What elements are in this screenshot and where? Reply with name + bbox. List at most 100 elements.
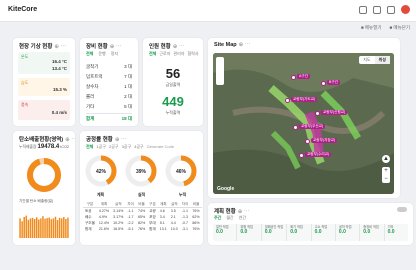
- humidity-label: 습도: [21, 80, 29, 85]
- equipment-total: 합계 18 대: [86, 113, 132, 124]
- tab-workers[interactable]: 근로자: [159, 51, 170, 57]
- schedule-toggle[interactable]: [397, 207, 407, 212]
- compass-icon[interactable]: ▲: [382, 155, 390, 163]
- emission-bar-title: 기간별 탄소 배출량(일): [19, 199, 54, 203]
- tab-section-4[interactable]: 4공구: [134, 144, 144, 150]
- emission-donut-chart: [27, 158, 61, 192]
- more-icon[interactable]: ⊕ ⋯: [239, 42, 251, 48]
- humidity-box: 습도 15.3 %: [18, 78, 70, 96]
- progress-donut-label: 실적: [137, 192, 146, 197]
- map-marker[interactable]: [291, 75, 296, 80]
- table-row: 합계 21.6% 16.5% -5.1 76% 합계 13.1 10.0 -3.1 76%: [85, 226, 200, 232]
- weather-title: 현장 기상 현황 ⊕ ⋯: [19, 44, 67, 50]
- tab-section-2[interactable]: 2공구: [109, 144, 119, 150]
- google-logo: Google: [217, 186, 235, 192]
- top-bar: KiteCore: [0, 0, 416, 22]
- tab-stopped[interactable]: 정지: [111, 51, 118, 57]
- zoom-control[interactable]: + −: [382, 167, 390, 183]
- emission-bar: [33, 218, 36, 238]
- map-marker[interactable]: [315, 111, 320, 116]
- more-icon[interactable]: ⊕ ⋯: [54, 44, 66, 50]
- tab-managers[interactable]: 관리자: [173, 51, 184, 57]
- map-type-satellite-tab[interactable]: 위성: [374, 56, 390, 64]
- tab-monthly[interactable]: 월간: [226, 215, 233, 221]
- site-map-title: Site Map ⊕ ⋯: [214, 42, 251, 48]
- progress-donuts: 42% 39% 46%: [85, 155, 197, 187]
- emission-bar-chart: [19, 215, 69, 238]
- map-marker-label: A구간: [297, 74, 311, 79]
- map-type-map-tab[interactable]: 지도: [359, 56, 374, 64]
- tab-all[interactable]: 전체: [86, 144, 93, 150]
- emission-bar: [29, 218, 32, 238]
- temperature-max: 16.4 °C: [51, 59, 67, 64]
- wind-box: 풍속 0.4 m/s: [18, 100, 70, 120]
- emission-bar: [40, 218, 42, 238]
- wind-value: 0.4 m/s: [51, 110, 67, 115]
- menu-close-button[interactable]: ■ 메뉴닫기: [389, 25, 410, 31]
- progress-extra-filter[interactable]: Generate Code: [147, 144, 174, 150]
- schedule-stat: 굴착 작업 0.0: [336, 224, 361, 241]
- more-icon[interactable]: ⊕ ⋯: [173, 44, 185, 50]
- tab-all[interactable]: 전체: [149, 51, 156, 57]
- emission-bar: [38, 219, 40, 238]
- wind-label: 풍속: [21, 102, 29, 107]
- cumulative-count: 449: [162, 94, 184, 109]
- list-item: 롤러 2 대: [86, 94, 132, 99]
- map-marker[interactable]: [285, 98, 290, 103]
- menu-open-button[interactable]: ■ 메뉴열기: [361, 25, 382, 31]
- emission-bar: [52, 218, 55, 238]
- emission-bar: [63, 217, 65, 238]
- avatar[interactable]: [401, 5, 410, 14]
- progress-card: 공정률 현황 ⊕ ⋯ 전체 1공구 2공구 3공구 4공구 Generate Co…: [80, 131, 203, 245]
- emission-card: 탄소배출현황(영역) ⊕ ⋯ 누적배출량 19478.4 tCO2 기간별 탄소 …: [13, 131, 75, 245]
- tab-running[interactable]: 운행: [98, 51, 105, 57]
- schedule-stat: 고소 작업 0.0: [312, 224, 336, 241]
- progress-donut-pct: 46%: [176, 169, 187, 175]
- personnel-card: 인원 현황 ⊕ ⋯ 전체 근로자 관리자 협력사 56 금일출역 449 누적출역: [143, 38, 203, 126]
- equipment-card: 장비 현황 ⊕ ⋯ 전체 운행 정지 굴착기 3 대 덤프트럭 7 대 살수차 1 대 …: [80, 38, 138, 126]
- humidity-value: 15.3 %: [52, 87, 67, 92]
- tab-all[interactable]: 전체: [86, 51, 93, 57]
- progress-table: 구분 계획 실적 차이 비율 구분 계획 실적 차이 비율 토공 4.27% 3.14% -1.1 74%…: [83, 201, 202, 232]
- emission-donut-arc: [27, 158, 61, 192]
- tab-weekly[interactable]: 주간: [214, 215, 221, 221]
- schedule-stat: 기타 0.0: [387, 225, 395, 235]
- progress-donut: 46%: [165, 155, 197, 187]
- emission-bar: [27, 219, 30, 238]
- emission-bar: [50, 219, 53, 238]
- more-icon[interactable]: ⊕ ⋯: [115, 137, 127, 143]
- cumulative-count-label: 누적출역: [165, 110, 181, 115]
- more-icon[interactable]: ⊕ ⋯: [65, 137, 75, 143]
- more-icon[interactable]: ⊕ ⋯: [110, 44, 122, 50]
- temperature-min: 13.4 °C: [51, 66, 67, 71]
- app-brand[interactable]: KiteCore: [8, 6, 37, 13]
- tab-section-1[interactable]: 1공구: [96, 144, 106, 150]
- map-marker-label: B구간: [327, 80, 341, 85]
- progress-donut: 42%: [85, 155, 117, 187]
- map-marker[interactable]: [293, 125, 298, 130]
- tab-yearly[interactable]: 연간: [239, 215, 246, 221]
- map-marker[interactable]: [321, 81, 326, 86]
- map-marker[interactable]: [305, 139, 310, 144]
- emission-total-unit: tCO2: [60, 145, 70, 149]
- personnel-title: 인원 현황 ⊕ ⋯: [149, 44, 185, 50]
- schedule-stat: 중장비 작업 0.0: [360, 224, 385, 241]
- bell-icon[interactable]: [387, 5, 395, 14]
- emission-title: 탄소배출현황(영역) ⊕ ⋯: [19, 137, 75, 143]
- emission-bar: [58, 217, 61, 238]
- map-marker-label: 교량부(지장교): [311, 138, 338, 143]
- map-marker-label: 교량부(우산교): [299, 124, 326, 129]
- emission-bar: [25, 215, 28, 238]
- map-marker-label: 교량부(수리교): [305, 152, 332, 157]
- temperature-label: 온도: [21, 54, 29, 59]
- emission-bar: [46, 218, 48, 238]
- map-marker[interactable]: [299, 153, 304, 158]
- map-view[interactable]: 지도 위성 A구간 B구간 교량부(가도교) 교량부(신평교) 교량부(우산교)…: [213, 53, 394, 194]
- tab-partners[interactable]: 협력사: [187, 51, 198, 57]
- emission-bar: [60, 218, 63, 238]
- emission-total-value: 19478.4: [37, 144, 60, 150]
- monitor-icon[interactable]: [373, 5, 381, 14]
- home-icon[interactable]: [359, 5, 367, 14]
- map-tool-panel[interactable]: [216, 57, 224, 85]
- tab-section-3[interactable]: 3공구: [122, 144, 132, 150]
